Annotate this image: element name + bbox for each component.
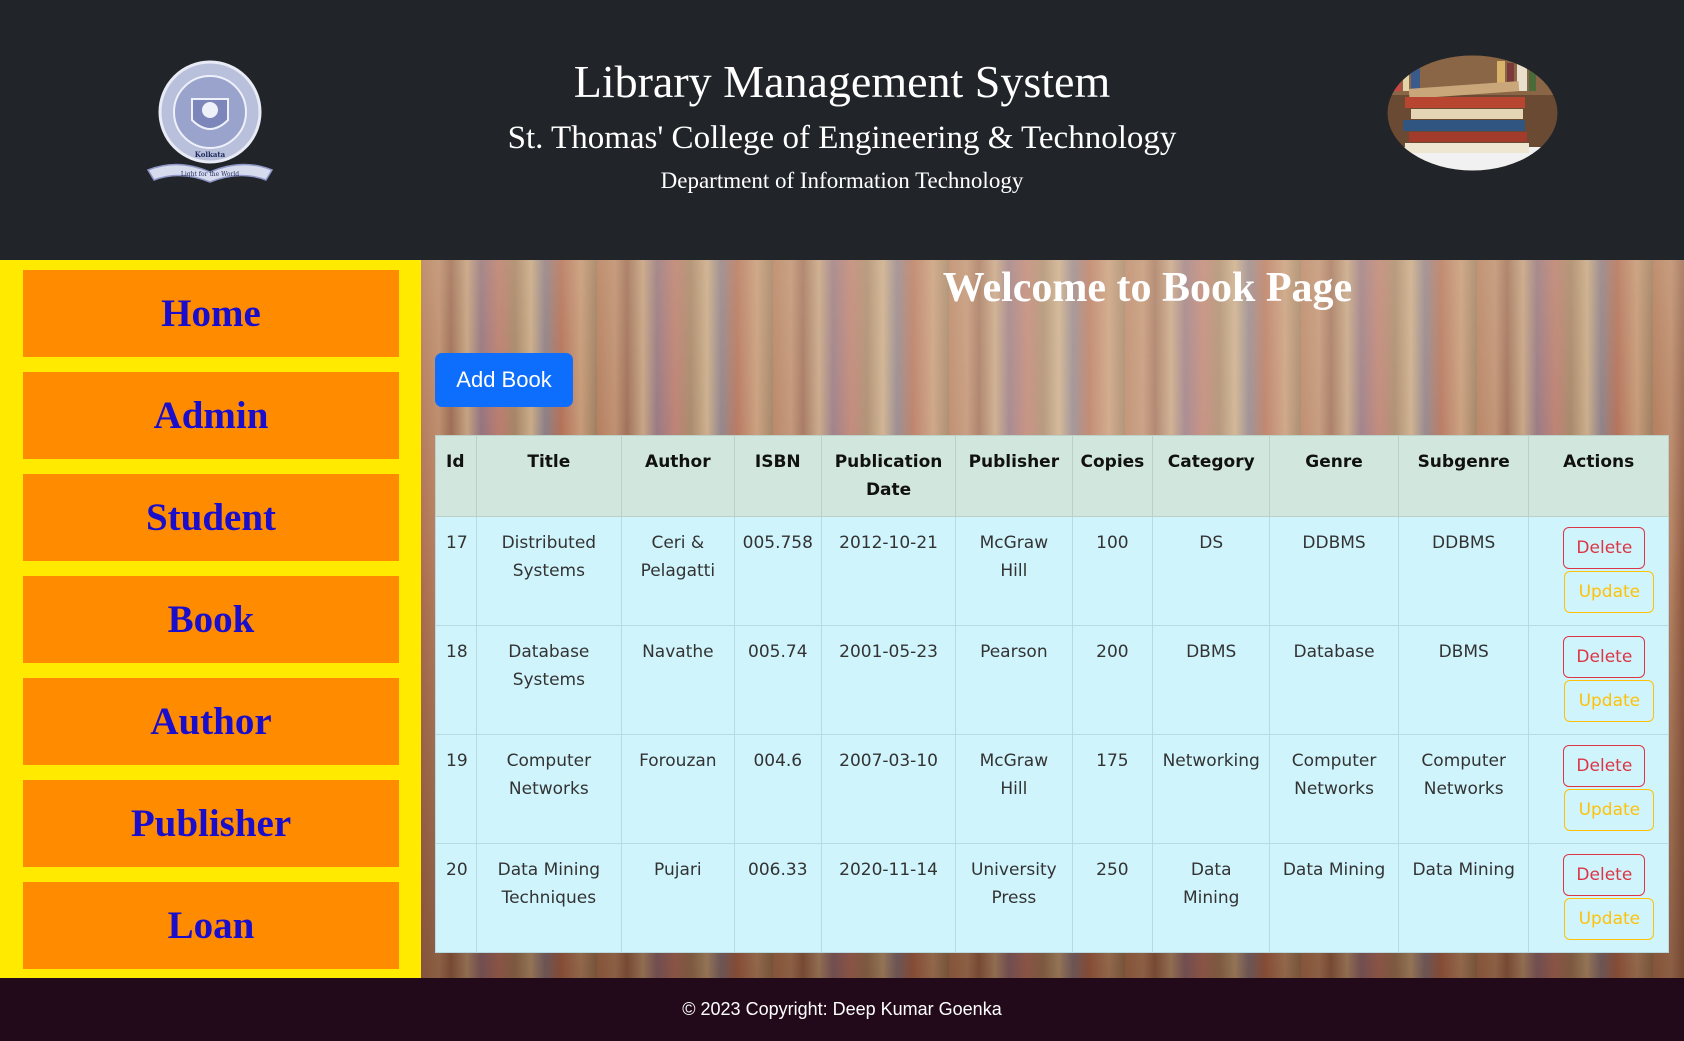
table-header-row: Id Title Author ISBN Publication Date Pu… xyxy=(435,435,1669,517)
table-row: 20 Data Mining Techniques Pujari 006.33 … xyxy=(435,843,1669,953)
sidebar-item-loan[interactable]: Loan xyxy=(23,882,399,969)
column-header-publication-date: Publication Date xyxy=(820,435,957,517)
cell-publisher: Pearson xyxy=(955,625,1073,735)
delete-button[interactable]: Delete xyxy=(1563,527,1646,569)
cell-actions: Delete Update xyxy=(1528,625,1669,735)
site-footer: © 2023 Copyright: Deep Kumar Goenka xyxy=(0,978,1684,1041)
table-row: 17 Distributed Systems Ceri & Pelagatti … xyxy=(435,516,1669,626)
cell-publisher: McGraw Hill xyxy=(955,516,1073,626)
column-header-actions: Actions xyxy=(1528,435,1669,517)
department-name: Department of Information Technology xyxy=(660,168,1024,193)
cell-subgenre: DDBMS xyxy=(1397,516,1530,626)
sidebar: Home Admin Student Book Author Publisher… xyxy=(0,260,421,978)
site-header: Kolkata Light for the World Library Mana… xyxy=(0,0,1684,260)
cell-title: Computer Networks xyxy=(475,734,623,844)
cell-copies: 175 xyxy=(1071,734,1154,844)
cell-id: 17 xyxy=(435,516,477,626)
column-header-subgenre: Subgenre xyxy=(1397,435,1530,517)
main-content: Welcome to Book Page Add Book Id Title A… xyxy=(421,260,1684,978)
cell-isbn: 005.758 xyxy=(733,516,822,626)
cell-id: 20 xyxy=(435,843,477,953)
column-header-publisher: Publisher xyxy=(955,435,1073,517)
update-button[interactable]: Update xyxy=(1564,898,1655,940)
cell-title: Data Mining Techniques xyxy=(475,843,623,953)
cell-publication-date: 2012-10-21 xyxy=(820,516,957,626)
column-header-author: Author xyxy=(621,435,735,517)
cell-copies: 100 xyxy=(1071,516,1154,626)
cell-actions: Delete Update xyxy=(1528,843,1669,953)
cell-genre: Data Mining xyxy=(1269,843,1399,953)
cell-category: DBMS xyxy=(1152,625,1271,735)
cell-title: Distributed Systems xyxy=(475,516,623,626)
cell-publication-date: 2001-05-23 xyxy=(820,625,957,735)
sidebar-item-home[interactable]: Home xyxy=(23,270,399,357)
cell-genre: Database xyxy=(1269,625,1399,735)
cell-actions: Delete Update xyxy=(1528,734,1669,844)
column-header-genre: Genre xyxy=(1269,435,1399,517)
cell-publication-date: 2007-03-10 xyxy=(820,734,957,844)
cell-publisher: University Press xyxy=(955,843,1073,953)
sidebar-item-publisher[interactable]: Publisher xyxy=(23,780,399,867)
cell-genre: DDBMS xyxy=(1269,516,1399,626)
table-row: 19 Computer Networks Forouzan 004.6 2007… xyxy=(435,734,1669,844)
cell-subgenre: DBMS xyxy=(1397,625,1530,735)
column-header-copies: Copies xyxy=(1071,435,1154,517)
copyright-text: © 2023 Copyright: Deep Kumar Goenka xyxy=(682,999,1002,1019)
cell-actions: Delete Update xyxy=(1528,516,1669,626)
cell-category: DS xyxy=(1152,516,1271,626)
delete-button[interactable]: Delete xyxy=(1563,636,1646,678)
cell-author: Navathe xyxy=(621,625,735,735)
cell-isbn: 004.6 xyxy=(733,734,822,844)
cell-copies: 250 xyxy=(1071,843,1154,953)
cell-author: Forouzan xyxy=(621,734,735,844)
update-button[interactable]: Update xyxy=(1564,680,1655,722)
cell-subgenre: Data Mining xyxy=(1397,843,1530,953)
cell-author: Ceri & Pelagatti xyxy=(621,516,735,626)
delete-button[interactable]: Delete xyxy=(1563,854,1646,896)
sidebar-item-student[interactable]: Student xyxy=(23,474,399,561)
add-book-button[interactable]: Add Book xyxy=(435,353,573,407)
cell-author: Pujari xyxy=(621,843,735,953)
page-heading: Welcome to Book Page xyxy=(942,265,1353,311)
cell-genre: Computer Networks xyxy=(1269,734,1399,844)
cell-category: Networking xyxy=(1152,734,1271,844)
books-image xyxy=(1387,55,1558,171)
column-header-id: Id xyxy=(435,435,477,517)
sidebar-item-book[interactable]: Book xyxy=(23,576,399,663)
sidebar-item-admin[interactable]: Admin xyxy=(23,372,399,459)
cell-copies: 200 xyxy=(1071,625,1154,735)
cell-publication-date: 2020-11-14 xyxy=(820,843,957,953)
cell-id: 18 xyxy=(435,625,477,735)
table-row: 18 Database Systems Navathe 005.74 2001-… xyxy=(435,625,1669,735)
cell-id: 19 xyxy=(435,734,477,844)
books-table: Id Title Author ISBN Publication Date Pu… xyxy=(435,435,1669,953)
sidebar-item-author[interactable]: Author xyxy=(23,678,399,765)
cell-publisher: McGraw Hill xyxy=(955,734,1073,844)
cell-title: Database Systems xyxy=(475,625,623,735)
update-button[interactable]: Update xyxy=(1564,789,1655,831)
update-button[interactable]: Update xyxy=(1564,571,1655,613)
column-header-isbn: ISBN xyxy=(733,435,822,517)
cell-isbn: 005.74 xyxy=(733,625,822,735)
cell-subgenre: Computer Networks xyxy=(1397,734,1530,844)
cell-category: Data Mining xyxy=(1152,843,1271,953)
column-header-title: Title xyxy=(475,435,623,517)
delete-button[interactable]: Delete xyxy=(1563,745,1646,787)
column-header-category: Category xyxy=(1152,435,1271,517)
cell-isbn: 006.33 xyxy=(733,843,822,953)
